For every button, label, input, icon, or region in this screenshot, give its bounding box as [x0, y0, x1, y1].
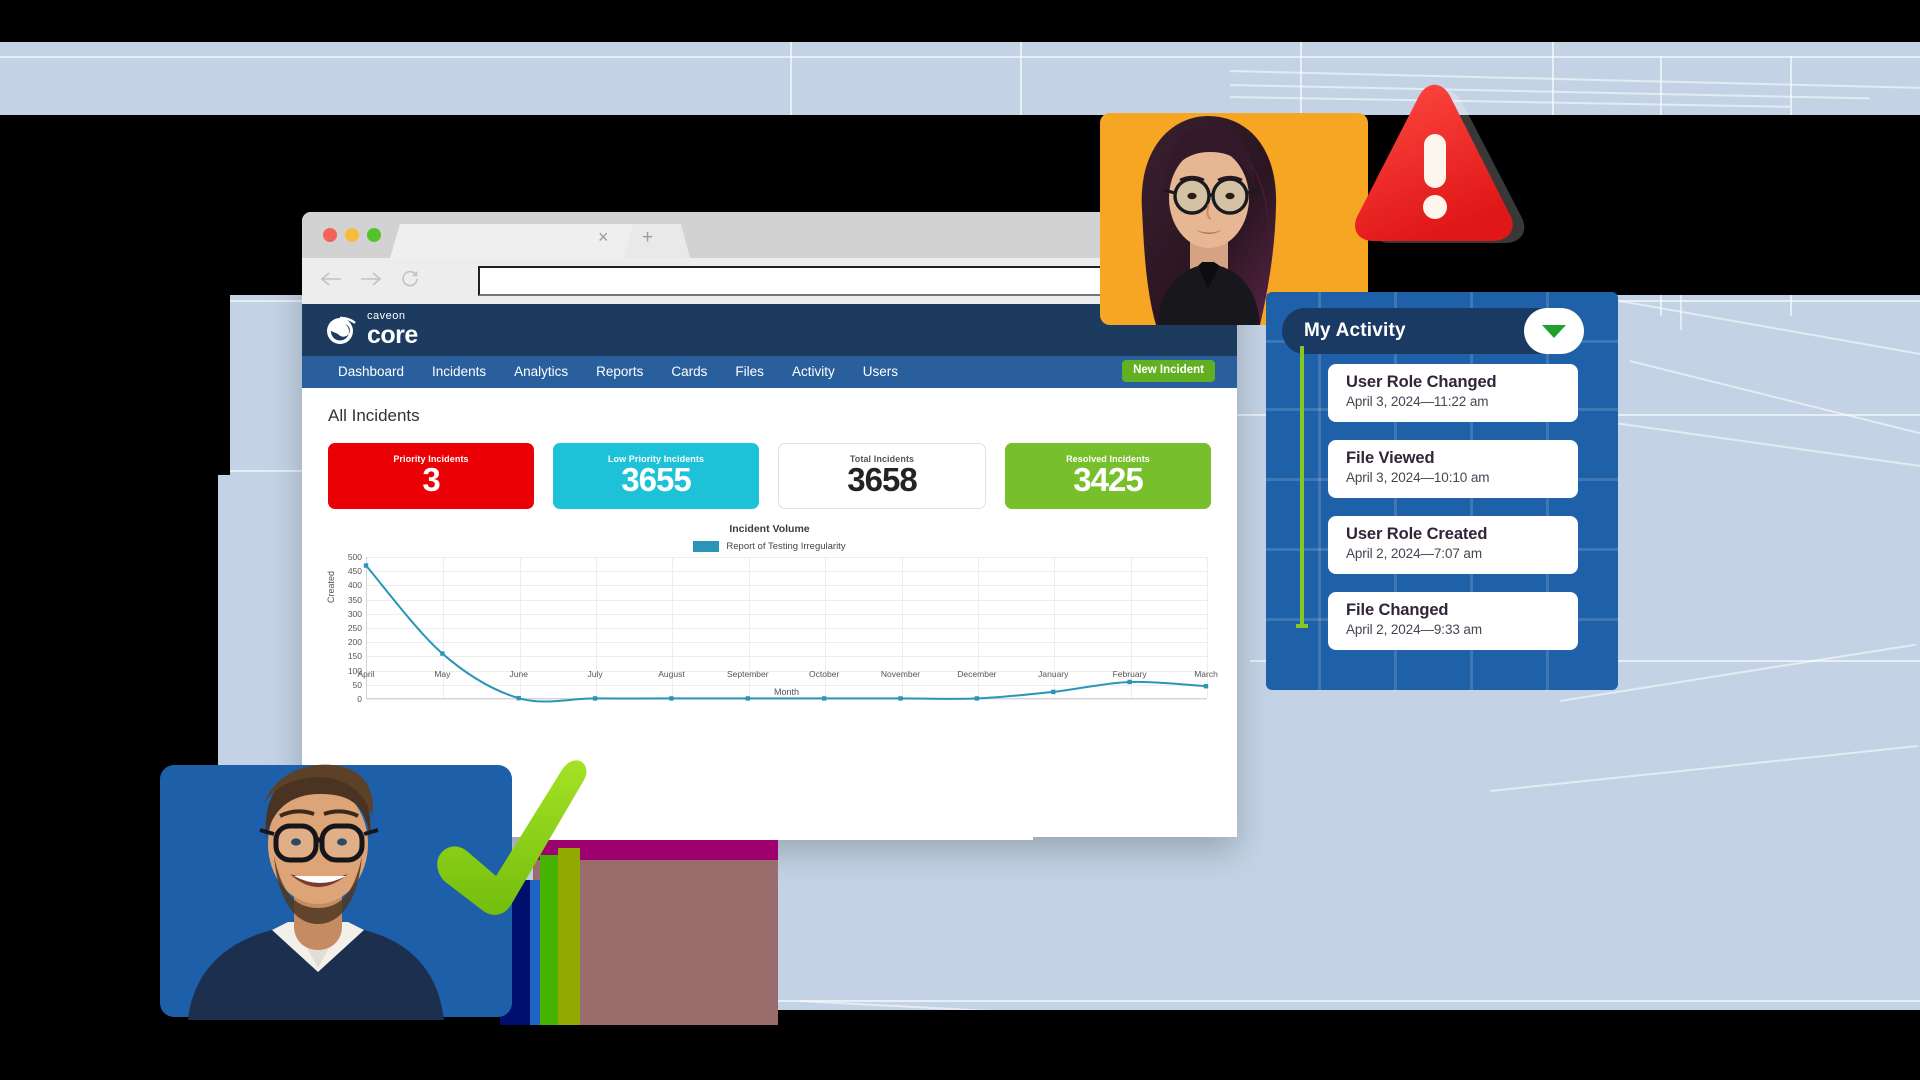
chart-x-tick: August: [658, 669, 685, 679]
activity-item-file-changed[interactable]: File Changed April 2, 2024—9:33 am: [1328, 592, 1578, 650]
stat-card-resolved[interactable]: Resolved Incidents 3425: [1005, 443, 1211, 509]
nav-item-reports[interactable]: Reports: [582, 356, 657, 388]
chart-x-tick: July: [587, 669, 603, 679]
legend-swatch: [693, 541, 720, 552]
chart-y-tick: 350: [347, 594, 362, 605]
chart-legend: Report of Testing Irregularity: [328, 541, 1211, 552]
nav-item-dashboard[interactable]: Dashboard: [324, 356, 418, 388]
chart-data-point: [363, 563, 369, 568]
activity-item-date: April 2, 2024—7:07 am: [1346, 546, 1482, 562]
chart-x-tick: April: [357, 669, 375, 679]
caveon-core-logo[interactable]: caveon core: [324, 311, 418, 348]
background-black-top: [0, 0, 1920, 42]
chart-y-tick: 0: [357, 694, 362, 704]
chart-y-tick: 300: [347, 608, 362, 619]
activity-item-user-role-changed[interactable]: User Role Changed April 3, 2024—11:22 am: [1328, 364, 1578, 422]
activity-title: My Activity: [1304, 320, 1406, 341]
chart-y-tick: 250: [347, 623, 362, 633]
page-title: All Incidents: [328, 406, 420, 425]
stat-card-total[interactable]: Total Incidents 3658: [778, 443, 986, 509]
app-nav-bar: Dashboard Incidents Analytics Reports Ca…: [302, 356, 1237, 388]
chart-x-tick: September: [727, 669, 769, 679]
window-minimize-button[interactable]: [345, 228, 359, 242]
stat-card-value: 3: [422, 461, 440, 499]
decor-block-white: [533, 818, 1033, 840]
nav-item-files[interactable]: Files: [721, 356, 778, 388]
tab-close-icon[interactable]: ×: [598, 228, 609, 246]
chart-x-tick: June: [509, 669, 528, 679]
activity-item-date: April 3, 2024—11:22 am: [1346, 394, 1489, 410]
nav-item-users[interactable]: Users: [849, 356, 912, 388]
stat-card-value: 3425: [1073, 461, 1143, 499]
stat-card-priority[interactable]: Priority Incidents 3: [328, 443, 534, 509]
chart-title: Incident Volume: [729, 523, 810, 535]
chart-y-tick: 200: [347, 637, 362, 648]
stat-card-value: 3655: [621, 461, 691, 499]
back-arrow-icon[interactable]: [320, 270, 342, 292]
background-black-left: [0, 295, 230, 475]
chart-y-tick: 400: [347, 580, 362, 591]
legend-label: Report of Testing Irregularity: [726, 541, 846, 552]
green-checkmark-icon: [430, 760, 590, 925]
forward-arrow-icon[interactable]: [360, 270, 382, 292]
new-tab-button[interactable]: [624, 224, 690, 258]
browser-toolbar: [302, 258, 1237, 304]
chevron-down-icon: [1542, 324, 1566, 338]
chart-x-tick: February: [1112, 669, 1147, 679]
chart-y-tick: 450: [347, 566, 362, 577]
activity-item-title: File Viewed: [1346, 449, 1435, 467]
chart-x-axis-label: Month: [773, 687, 799, 697]
activity-timeline-line: [1300, 346, 1304, 628]
caveon-swirl-icon: [324, 313, 358, 347]
chart-x-tick: January: [1038, 669, 1069, 679]
stat-card-value: 3658: [847, 461, 917, 499]
chart-y-tick: 50: [352, 679, 362, 690]
activity-timeline-cap: [1296, 624, 1308, 628]
window-maximize-button[interactable]: [367, 228, 381, 242]
activity-item-title: File Changed: [1346, 601, 1449, 619]
activity-item-title: User Role Created: [1346, 525, 1488, 543]
activity-item-date: April 2, 2024—9:33 am: [1346, 622, 1482, 638]
app-header: caveon core: [302, 304, 1237, 356]
activity-item-date: April 3, 2024—10:10 am: [1346, 470, 1490, 486]
activity-item-user-role-created[interactable]: User Role Created April 2, 2024—7:07 am: [1328, 516, 1578, 574]
incident-volume-chart: Incident Volume Report of Testing Irregu…: [326, 523, 1218, 738]
chart-y-tick: 500: [347, 552, 362, 562]
activity-toggle-button[interactable]: [1524, 308, 1584, 354]
stat-cards: Priority Incidents 3 Low Priority Incide…: [328, 443, 1211, 509]
stat-card-low-priority[interactable]: Low Priority Incidents 3655: [553, 443, 759, 509]
nav-item-cards[interactable]: Cards: [657, 356, 721, 388]
chart-series: [363, 563, 1209, 703]
chart-x-tick: May: [434, 669, 451, 679]
nav-item-activity[interactable]: Activity: [778, 356, 849, 388]
activity-item-file-viewed[interactable]: File Viewed April 3, 2024—10:10 am: [1328, 440, 1578, 498]
chart-x-tick: December: [957, 669, 997, 679]
nav-item-incidents[interactable]: Incidents: [418, 356, 500, 388]
nav-item-analytics[interactable]: Analytics: [500, 356, 582, 388]
chart-x-axis-ticks: April May June July August September October No…: [357, 669, 1217, 683]
chart-x-tick: March: [1194, 669, 1218, 679]
browser-titlebar: × +: [302, 212, 1237, 258]
chart-x-tick: October: [809, 669, 840, 679]
window-close-button[interactable]: [323, 228, 337, 242]
reload-icon[interactable]: [400, 269, 420, 293]
browser-window: × + caveon core Dashboard Incidents Anal…: [302, 212, 1237, 837]
activity-header: My Activity: [1282, 308, 1584, 354]
chart-x-tick: November: [880, 669, 921, 679]
chart-y-tick: 150: [347, 651, 362, 662]
logo-main-text: core: [367, 321, 418, 349]
chart-data-point: [440, 651, 445, 656]
warning-triangle-icon: [1330, 78, 1535, 250]
new-incident-button[interactable]: New Incident: [1122, 360, 1215, 382]
activity-item-title: User Role Changed: [1346, 373, 1497, 391]
plus-icon[interactable]: +: [642, 228, 653, 247]
background-black-bottom: [0, 1010, 1920, 1080]
man-portrait-photo: [168, 752, 468, 1020]
